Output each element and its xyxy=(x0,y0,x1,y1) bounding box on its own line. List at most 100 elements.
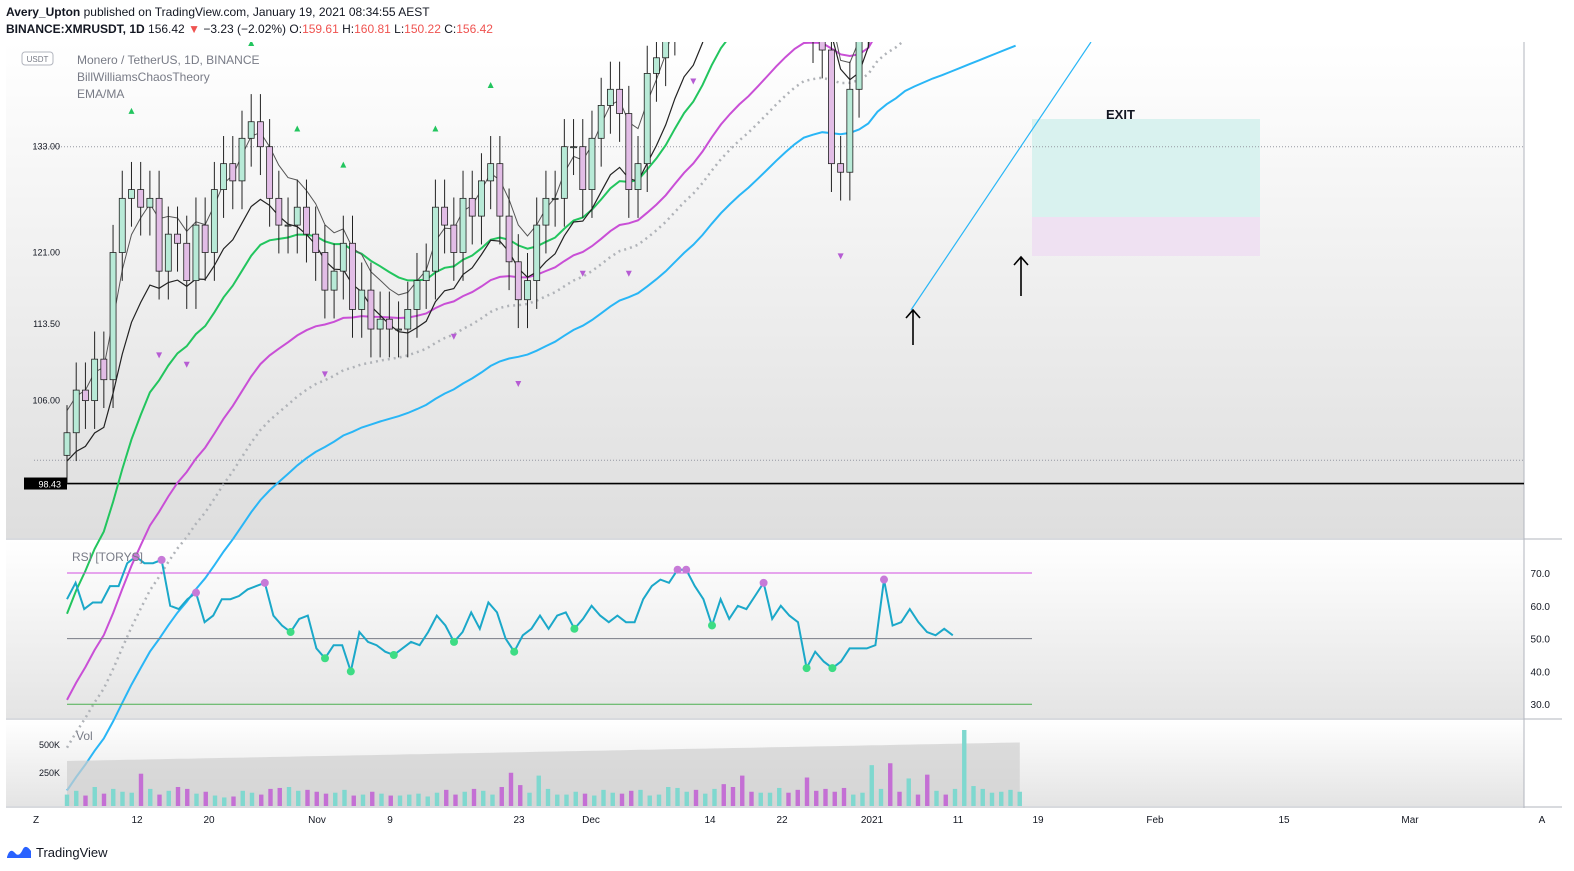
rsi-pane[interactable] xyxy=(6,540,1524,718)
volume-bar[interactable] xyxy=(915,794,921,806)
volume-bar[interactable] xyxy=(518,785,523,806)
volume-bar[interactable] xyxy=(971,786,976,806)
volume-bar[interactable] xyxy=(277,787,282,806)
chart-svg[interactable]: 70.0 60.0 50.0 40.0 30.0 500K 250K 133.00 121.00… xyxy=(6,0,1562,832)
candle-body[interactable] xyxy=(846,88,854,173)
candle-body[interactable] xyxy=(358,289,366,310)
volume-bar[interactable] xyxy=(1017,791,1022,806)
volume-bar[interactable] xyxy=(610,792,615,806)
volume-bar[interactable] xyxy=(814,790,819,806)
candle-body[interactable] xyxy=(229,163,237,182)
volume-bar[interactable] xyxy=(166,790,171,806)
candle-body[interactable] xyxy=(137,189,145,208)
volume-bar[interactable] xyxy=(721,784,726,806)
volume-bar[interactable] xyxy=(453,794,458,806)
candle-body[interactable] xyxy=(542,197,550,226)
candle-body[interactable] xyxy=(164,233,172,272)
candle-body[interactable] xyxy=(155,197,163,272)
volume-bar[interactable] xyxy=(832,791,837,806)
candle-body[interactable] xyxy=(303,206,310,235)
candle-body[interactable] xyxy=(431,206,439,272)
volume-bar[interactable] xyxy=(490,794,495,806)
candle-body[interactable] xyxy=(82,389,89,402)
footer-brand[interactable]: TradingView xyxy=(6,841,108,863)
volume-bar[interactable] xyxy=(712,788,717,806)
auto-scale-button[interactable]: A xyxy=(1539,815,1546,826)
volume-bar[interactable] xyxy=(212,795,218,806)
volume-bar[interactable] xyxy=(592,795,597,806)
candle-body[interactable] xyxy=(496,163,504,217)
volume-bar[interactable] xyxy=(897,791,902,806)
volume-bar[interactable] xyxy=(249,792,255,806)
volume-bar[interactable] xyxy=(379,793,384,806)
volume-bar[interactable] xyxy=(564,794,569,806)
volume-bar[interactable] xyxy=(638,789,643,806)
volume-bar[interactable] xyxy=(444,789,449,806)
volume-bar[interactable] xyxy=(693,789,699,806)
candle-body[interactable] xyxy=(367,289,375,330)
volume-bar[interactable] xyxy=(120,791,125,806)
volume-bar[interactable] xyxy=(527,792,532,806)
volume-bar[interactable] xyxy=(286,787,292,806)
candle-body[interactable] xyxy=(183,242,191,282)
candle-body[interactable] xyxy=(579,146,587,190)
volume-bar[interactable] xyxy=(888,763,893,806)
candle-body[interactable] xyxy=(330,270,338,291)
volume-bar[interactable] xyxy=(666,787,671,806)
candle-body[interactable] xyxy=(625,113,633,190)
volume-bar[interactable] xyxy=(425,796,430,807)
volume-bar[interactable] xyxy=(481,790,486,806)
candle-body[interactable] xyxy=(422,270,430,282)
candle-body[interactable] xyxy=(855,19,863,90)
candle-body[interactable] xyxy=(533,224,541,282)
exit-label[interactable]: EXIT xyxy=(1106,107,1135,122)
volume-bar[interactable] xyxy=(823,788,828,806)
volume-bar[interactable] xyxy=(573,791,578,806)
volume-bar[interactable] xyxy=(148,788,153,806)
volume-bar[interactable] xyxy=(397,795,403,806)
volume-bar[interactable] xyxy=(860,792,865,806)
candle-body[interactable] xyxy=(653,57,660,74)
candle-body[interactable] xyxy=(634,163,642,190)
volume-bar[interactable] xyxy=(906,778,911,806)
candle-body[interactable] xyxy=(349,242,356,310)
candle-body[interactable] xyxy=(478,180,485,217)
candle-body[interactable] xyxy=(128,189,135,199)
volume-bar[interactable] xyxy=(934,790,939,806)
candle-body[interactable] xyxy=(643,73,651,165)
volume-bar[interactable] xyxy=(777,787,782,806)
volume-bar[interactable] xyxy=(980,788,985,806)
candle-body[interactable] xyxy=(450,224,458,253)
volume-bar[interactable] xyxy=(999,791,1004,806)
volume-bar[interactable] xyxy=(231,796,236,807)
volume-bar[interactable] xyxy=(619,793,625,806)
volume-bar[interactable] xyxy=(758,792,763,806)
volume-bar[interactable] xyxy=(629,790,634,806)
volume-bar[interactable] xyxy=(851,794,856,806)
volume-bar[interactable] xyxy=(555,794,560,806)
volume-bar[interactable] xyxy=(878,788,884,806)
volume-bar[interactable] xyxy=(407,794,412,806)
volume-bar[interactable] xyxy=(508,772,514,806)
volume-bar[interactable] xyxy=(462,791,467,806)
candle-body[interactable] xyxy=(385,318,393,330)
candle-body[interactable] xyxy=(395,328,402,331)
volume-bar[interactable] xyxy=(786,792,791,806)
volume-bar[interactable] xyxy=(351,795,356,806)
volume-bar[interactable] xyxy=(1008,789,1013,806)
volume-bar[interactable] xyxy=(64,794,70,806)
candle-body[interactable] xyxy=(818,34,826,51)
candle-body[interactable] xyxy=(63,432,71,456)
candle-body[interactable] xyxy=(339,242,347,272)
volume-bar[interactable] xyxy=(194,793,199,806)
candle-body[interactable] xyxy=(616,88,623,114)
candle-body[interactable] xyxy=(118,197,126,253)
candle-body[interactable] xyxy=(284,224,292,227)
volume-bar[interactable] xyxy=(749,791,754,806)
volume-bar[interactable] xyxy=(388,795,393,806)
volume-bar[interactable] xyxy=(185,788,190,806)
candle-body[interactable] xyxy=(662,26,670,59)
chart-frame[interactable]: 70.0 60.0 50.0 40.0 30.0 500K 250K 133.00 121.00… xyxy=(6,0,1562,832)
volume-bar[interactable] xyxy=(684,791,689,806)
candle-body[interactable] xyxy=(192,224,200,282)
